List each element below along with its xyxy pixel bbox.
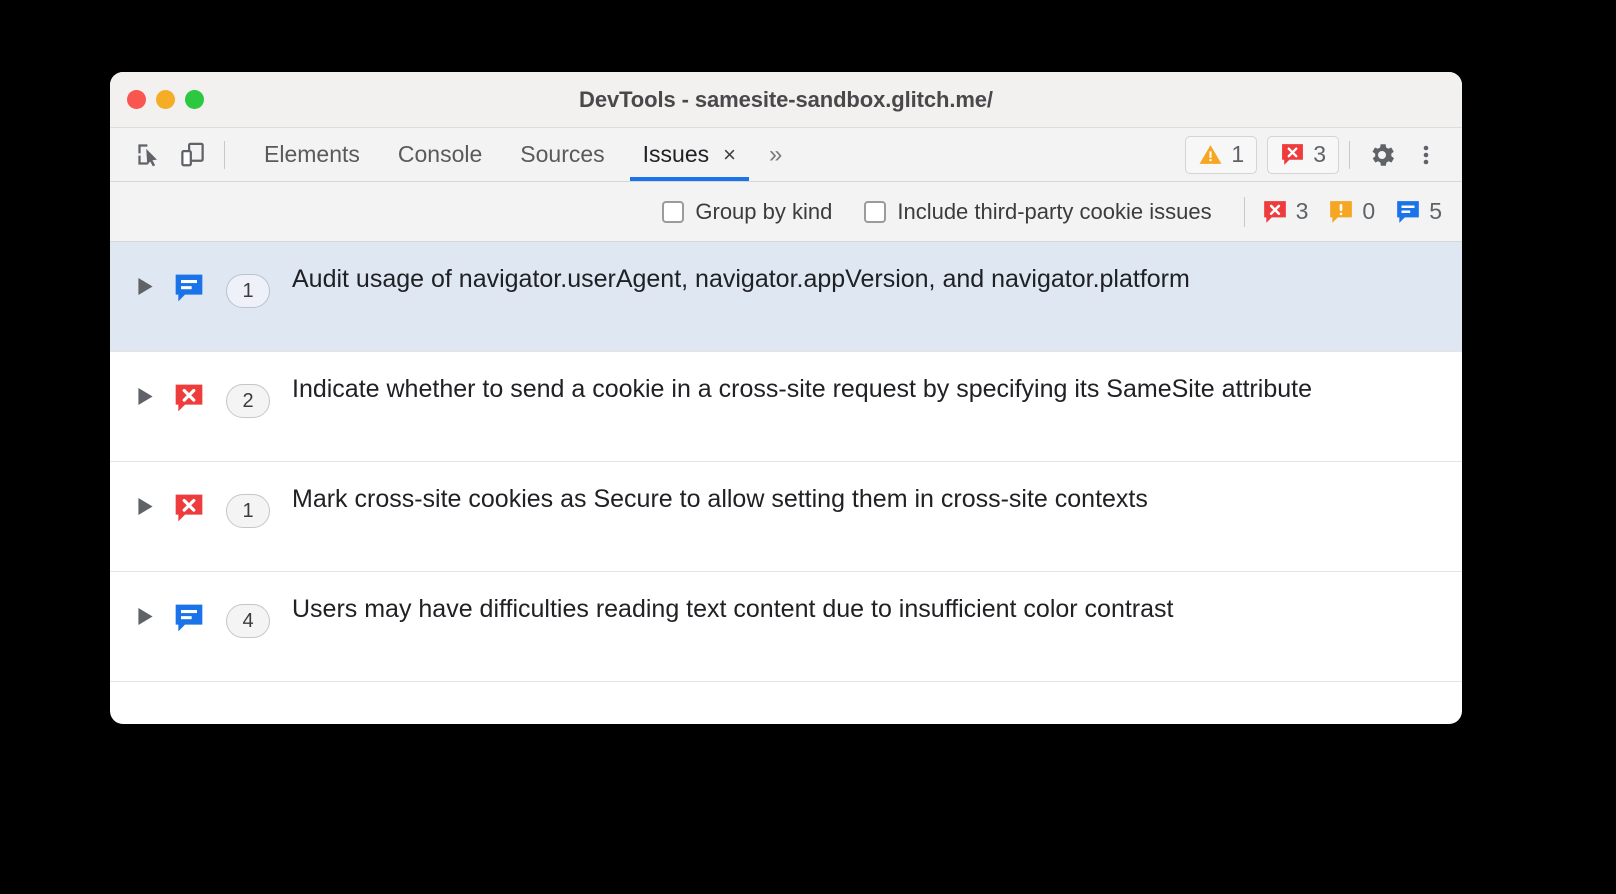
error-bubble-icon [1280, 142, 1305, 167]
toolbar-divider [224, 140, 225, 169]
tab-console[interactable]: Console [379, 128, 501, 181]
info-bubble-icon [172, 272, 206, 304]
issue-row[interactable]: 2 Indicate whether to send a cookie in a… [110, 352, 1462, 462]
toolbar-divider-2 [1349, 140, 1350, 169]
gear-icon[interactable] [1360, 133, 1404, 177]
stat-warnings[interactable]: 0 [1328, 198, 1375, 225]
info-bubble-icon [1395, 199, 1421, 225]
devtools-window: DevTools - samesite-sandbox.glitch.me/ E… [110, 72, 1462, 724]
error-bubble-icon [1262, 199, 1288, 225]
issue-row[interactable]: 1 Mark cross-site cookies as Secure to a… [110, 462, 1462, 572]
third-party-cookies-checkbox-item[interactable]: Include third-party cookie issues [864, 198, 1212, 225]
issues-list: 1 Audit usage of navigator.userAgent, na… [110, 242, 1462, 682]
stat-info[interactable]: 5 [1395, 198, 1442, 225]
issue-title: Mark cross-site cookies as Secure to all… [292, 485, 1148, 513]
issues-filter-bar: Group by kind Include third-party cookie… [110, 182, 1462, 242]
third-party-cookies-label: Include third-party cookie issues [897, 198, 1212, 224]
error-count-button[interactable]: 3 [1267, 135, 1339, 174]
tab-elements[interactable]: Elements [245, 128, 379, 181]
devtools-toolbar: Elements Console Sources Issues × » 1 3 [110, 128, 1462, 182]
third-party-cookies-checkbox[interactable] [864, 200, 887, 223]
traffic-lights [127, 90, 204, 109]
error-bubble-icon [172, 492, 206, 524]
issue-row[interactable]: 1 Audit usage of navigator.userAgent, na… [110, 242, 1462, 352]
expand-triangle-icon[interactable] [132, 388, 158, 405]
tab-sources[interactable]: Sources [501, 128, 623, 181]
warning-bubble-icon [1328, 199, 1354, 225]
device-toolbar-icon[interactable] [170, 133, 214, 177]
expand-triangle-icon[interactable] [132, 498, 158, 515]
issue-title: Audit usage of navigator.userAgent, navi… [292, 265, 1190, 293]
tab-issues[interactable]: Issues × [624, 128, 755, 181]
issue-count-badge: 1 [226, 494, 270, 528]
issue-count-badge: 1 [226, 274, 270, 308]
window-title: DevTools - samesite-sandbox.glitch.me/ [579, 86, 993, 112]
stat-errors[interactable]: 3 [1262, 198, 1309, 225]
close-window-button[interactable] [127, 90, 146, 109]
issue-title: Indicate whether to send a cookie in a c… [292, 375, 1312, 403]
warning-stat-count: 0 [1362, 198, 1376, 224]
error-stat-count: 3 [1295, 198, 1309, 224]
tab-label: Elements [264, 141, 360, 167]
maximize-window-button[interactable] [185, 90, 204, 109]
group-by-kind-label: Group by kind [695, 198, 833, 224]
close-icon[interactable]: × [723, 143, 736, 166]
expand-triangle-icon[interactable] [132, 608, 158, 625]
issue-title: Users may have difficulties reading text… [292, 595, 1174, 623]
title-bar: DevTools - samesite-sandbox.glitch.me/ [110, 72, 1462, 128]
minimize-window-button[interactable] [156, 90, 175, 109]
issue-count-badge: 2 [226, 384, 270, 418]
inspect-element-icon[interactable] [126, 133, 170, 177]
tab-label: Sources [520, 141, 605, 167]
expand-triangle-icon[interactable] [132, 278, 158, 295]
warning-triangle-icon [1198, 142, 1223, 167]
filter-divider [1243, 196, 1245, 227]
more-tabs-icon[interactable]: » [755, 128, 796, 181]
tab-label: Issues [642, 141, 710, 167]
info-stat-count: 5 [1429, 198, 1442, 224]
group-by-kind-checkbox[interactable] [662, 200, 685, 223]
warning-count-button[interactable]: 1 [1185, 135, 1258, 174]
info-bubble-icon [172, 602, 206, 634]
error-count: 3 [1313, 141, 1326, 167]
panel-tabs: Elements Console Sources Issues × » [245, 128, 796, 181]
error-bubble-icon [172, 382, 206, 414]
tab-label: Console [397, 141, 483, 167]
kebab-menu-icon[interactable] [1404, 133, 1448, 177]
issue-row[interactable]: 4 Users may have difficulties reading te… [110, 572, 1462, 682]
issue-count-badge: 4 [226, 604, 270, 638]
warning-count: 1 [1231, 141, 1245, 167]
group-by-kind-checkbox-item[interactable]: Group by kind [662, 199, 832, 225]
